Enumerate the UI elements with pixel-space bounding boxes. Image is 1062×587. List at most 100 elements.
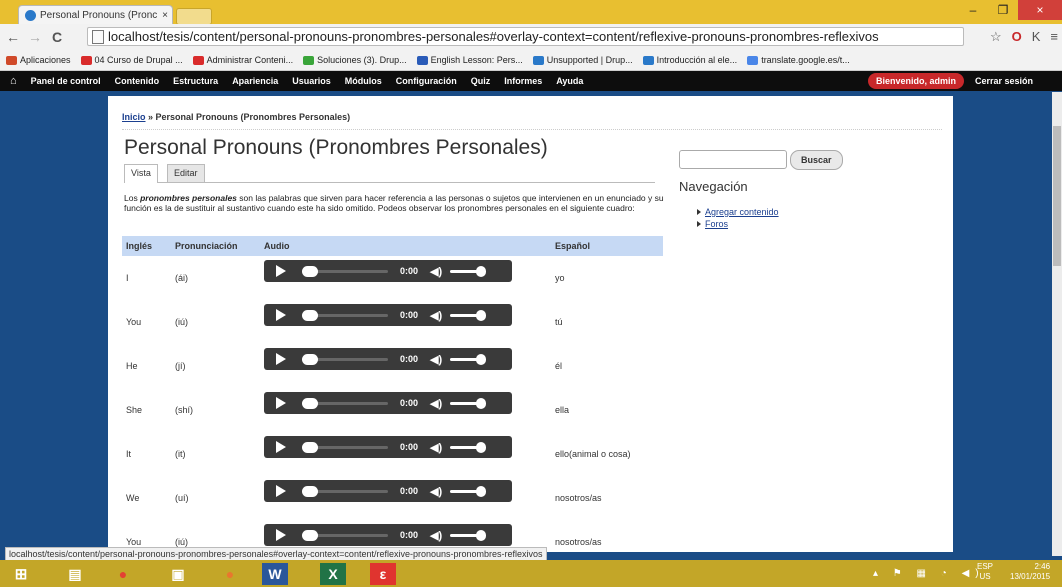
breadcrumb-home-link[interactable]: Inicio: [122, 112, 146, 122]
tab-editar[interactable]: Editar: [167, 164, 205, 182]
admin-menu-item[interactable]: Panel de control: [31, 76, 101, 86]
bookmark-star-icon[interactable]: ☆: [990, 29, 1002, 45]
windows-start-icon[interactable]: ⊞: [6, 563, 36, 585]
volume-icon[interactable]: ◀): [430, 265, 442, 278]
volume-slider[interactable]: [450, 353, 487, 365]
play-icon[interactable]: [276, 529, 286, 541]
seek-thumb[interactable]: [302, 397, 318, 409]
seek-thumb[interactable]: [302, 353, 318, 365]
play-icon[interactable]: [276, 485, 286, 497]
volume-slider[interactable]: [450, 529, 487, 541]
seek-bar[interactable]: [302, 353, 388, 365]
file-explorer-icon[interactable]: ▤: [60, 563, 90, 585]
logout-link[interactable]: Cerrar sesión: [975, 76, 1033, 86]
bookmark-item[interactable]: Introducción al ele...: [642, 55, 737, 65]
admin-menu-item[interactable]: Apariencia: [232, 76, 278, 86]
play-icon[interactable]: [276, 353, 286, 365]
seek-thumb[interactable]: [302, 485, 318, 497]
chrome-icon[interactable]: ●: [108, 563, 138, 585]
audio-player[interactable]: 0:00 ◀): [264, 524, 512, 546]
menu-icon[interactable]: ≡: [1050, 29, 1058, 45]
nav-link-forums[interactable]: Foros: [705, 219, 728, 229]
browser-tab[interactable]: Personal Pronouns (Pronc ×: [18, 5, 173, 24]
audio-player[interactable]: 0:00 ◀): [264, 304, 512, 326]
volume-thumb[interactable]: [476, 309, 487, 321]
address-bar[interactable]: localhost/tesis/content/personal-pronoun…: [87, 27, 964, 46]
seek-bar[interactable]: [302, 485, 388, 497]
taskbar-clock[interactable]: 2:46 13/01/2015: [1010, 562, 1050, 582]
volume-icon[interactable]: ◀): [430, 353, 442, 366]
word-icon[interactable]: W: [262, 563, 288, 585]
close-window-icon[interactable]: ×: [1018, 0, 1062, 20]
bookmark-item[interactable]: Soluciones (3). Drup...: [303, 55, 407, 65]
xampp-icon[interactable]: ε: [370, 563, 396, 585]
search-input[interactable]: [679, 150, 787, 169]
audio-player[interactable]: 0:00 ◀): [264, 348, 512, 370]
seek-thumb[interactable]: [302, 265, 318, 277]
close-tab-icon[interactable]: ×: [158, 10, 172, 21]
maximize-icon[interactable]: ❐: [988, 0, 1018, 20]
volume-icon[interactable]: ◀): [430, 441, 442, 454]
bookmark-item[interactable]: Aplicaciones: [6, 55, 71, 65]
bookmark-item[interactable]: translate.google.es/t...: [747, 55, 850, 65]
volume-slider[interactable]: [450, 309, 487, 321]
play-icon[interactable]: [276, 397, 286, 409]
audio-player[interactable]: 0:00 ◀): [264, 260, 512, 282]
volume-thumb[interactable]: [476, 441, 487, 453]
back-arrow-icon[interactable]: ←: [4, 29, 22, 45]
bookmark-item[interactable]: Administrar Conteni...: [192, 55, 293, 65]
volume-icon[interactable]: ◀): [430, 485, 442, 498]
volume-icon[interactable]: ◀): [430, 309, 442, 322]
volume-thumb[interactable]: [476, 353, 487, 365]
admin-menu-item[interactable]: Contenido: [115, 76, 160, 86]
minimize-icon[interactable]: –: [958, 0, 988, 20]
tab-vista[interactable]: Vista: [124, 164, 158, 183]
admin-menu-item[interactable]: Informes: [504, 76, 542, 86]
home-icon[interactable]: ⌂: [10, 75, 17, 87]
play-icon[interactable]: [276, 441, 286, 453]
volume-thumb[interactable]: [476, 265, 487, 277]
admin-menu-item[interactable]: Ayuda: [556, 76, 583, 86]
audio-player[interactable]: 0:00 ◀): [264, 392, 512, 414]
kaspersky-extension-icon[interactable]: K: [1032, 29, 1041, 45]
language-indicator[interactable]: ESP US: [977, 562, 993, 582]
bookmark-item[interactable]: Unsupported | Drup...: [532, 55, 633, 65]
admin-menu-item[interactable]: Configuración: [396, 76, 457, 86]
seek-bar[interactable]: [302, 397, 388, 409]
volume-slider[interactable]: [450, 441, 487, 453]
seek-thumb[interactable]: [302, 309, 318, 321]
volume-icon[interactable]: ◀): [430, 529, 442, 542]
opera-extension-icon[interactable]: O: [1012, 29, 1022, 45]
nav-link-add-content[interactable]: Agregar contenido: [705, 207, 779, 217]
volume-icon[interactable]: ◀): [430, 397, 442, 410]
audio-player[interactable]: 0:00 ◀): [264, 436, 512, 458]
reload-icon[interactable]: C: [48, 29, 66, 45]
seek-thumb[interactable]: [302, 441, 318, 453]
seek-thumb[interactable]: [302, 529, 318, 541]
bookmark-item[interactable]: 04 Curso de Drupal ...: [80, 55, 183, 65]
play-icon[interactable]: [276, 265, 286, 277]
forward-arrow-icon[interactable]: →: [26, 29, 44, 45]
volume-slider[interactable]: [450, 265, 487, 277]
admin-menu-item[interactable]: Módulos: [345, 76, 382, 86]
seek-bar[interactable]: [302, 529, 388, 541]
page-scrollbar[interactable]: [1052, 92, 1062, 556]
play-icon[interactable]: [276, 309, 286, 321]
seek-bar[interactable]: [302, 265, 388, 277]
volume-slider[interactable]: [450, 397, 487, 409]
welcome-badge[interactable]: Bienvenido, admin: [868, 73, 965, 89]
volume-thumb[interactable]: [476, 485, 487, 497]
seek-bar[interactable]: [302, 309, 388, 321]
volume-thumb[interactable]: [476, 529, 487, 541]
excel-icon[interactable]: X: [320, 563, 346, 585]
scrollbar-thumb[interactable]: [1053, 126, 1061, 266]
seek-bar[interactable]: [302, 441, 388, 453]
volume-thumb[interactable]: [476, 397, 487, 409]
admin-menu-item[interactable]: Usuarios: [292, 76, 331, 86]
admin-menu-item[interactable]: Estructura: [173, 76, 218, 86]
search-button[interactable]: Buscar: [790, 150, 843, 170]
system-tray-icons[interactable]: ▴ ⚑ ▦ ◔ ◀): [873, 568, 985, 579]
admin-menu-item[interactable]: Quiz: [471, 76, 491, 86]
audio-player[interactable]: 0:00 ◀): [264, 480, 512, 502]
store-icon[interactable]: ▣: [163, 563, 193, 585]
